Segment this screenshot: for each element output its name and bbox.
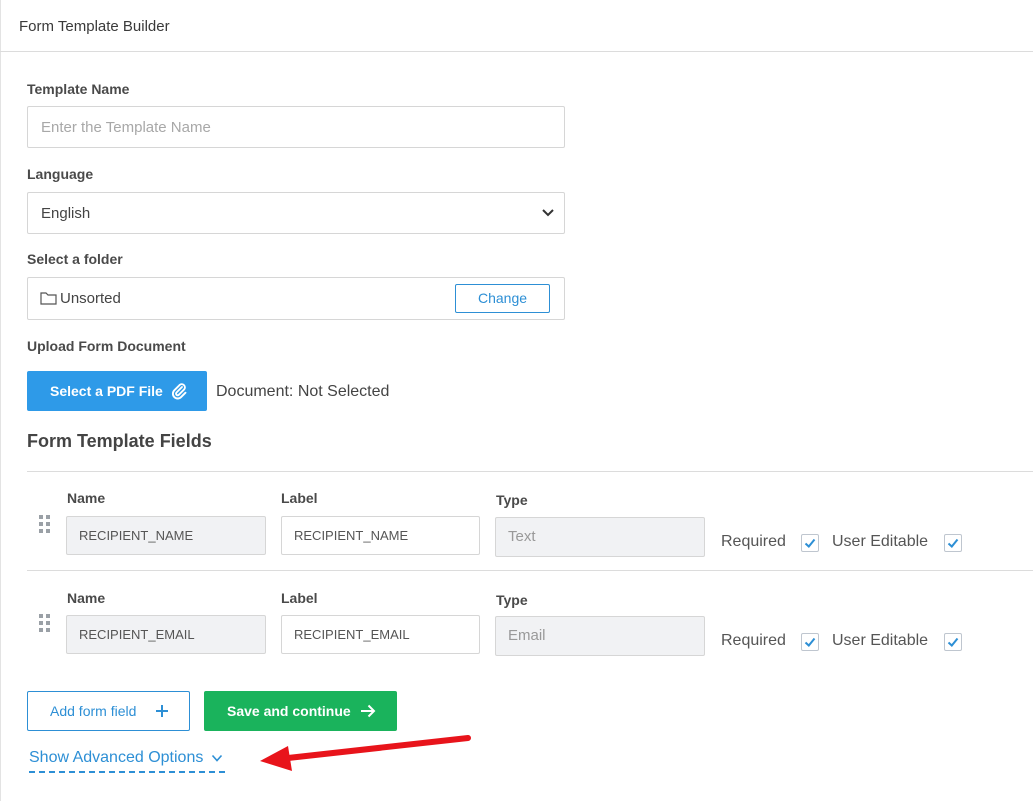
type-column-label: Type (496, 492, 528, 508)
plus-icon (156, 705, 168, 717)
user-editable-label: User Editable (832, 632, 929, 649)
show-advanced-options-link[interactable]: Show Advanced Options (29, 749, 225, 773)
form-template-builder-page: Form Template Builder Template Name Lang… (0, 0, 1033, 801)
form-template-fields-title: Form Template Fields (27, 431, 212, 451)
show-advanced-options-label: Show Advanced Options (29, 749, 204, 766)
field-name-input: RECIPIENT_EMAIL (66, 615, 266, 654)
document-status: Document: Not Selected (216, 383, 390, 400)
upload-label: Upload Form Document (27, 338, 186, 354)
field-label-input[interactable]: RECIPIENT_NAME (281, 516, 480, 555)
form-field-row: Name Label Type RECIPIENT_NAME RECIPIENT… (27, 472, 1033, 570)
checkmark-icon (947, 637, 959, 647)
panel-header: Form Template Builder (0, 0, 1033, 52)
folder-name: Unsorted (60, 290, 121, 307)
type-column-label: Type (496, 592, 528, 608)
field-type-input: Text (495, 517, 705, 557)
user-editable-label: User Editable (832, 533, 929, 550)
checkmark-icon (804, 538, 816, 548)
template-name-input[interactable] (27, 106, 565, 148)
field-label-input[interactable]: RECIPIENT_EMAIL (281, 615, 480, 654)
page-title: Form Template Builder (19, 18, 170, 35)
folder-icon (40, 292, 57, 305)
field-name-input: RECIPIENT_NAME (66, 516, 266, 555)
required-checkbox[interactable] (801, 633, 819, 651)
select-pdf-button-label: Select a PDF File (50, 383, 163, 399)
paperclip-icon (171, 383, 187, 400)
language-select[interactable]: English (27, 192, 565, 234)
user-editable-checkbox[interactable] (944, 534, 962, 552)
arrow-right-icon (361, 704, 376, 718)
change-folder-button[interactable]: Change (455, 284, 550, 313)
template-name-label: Template Name (27, 81, 130, 97)
checkmark-icon (947, 538, 959, 548)
annotation-arrow-icon (260, 735, 471, 771)
label-column-label: Label (281, 590, 318, 606)
required-label: Required (721, 632, 786, 649)
field-type-input: Email (495, 616, 705, 656)
chevron-down-icon (542, 209, 554, 217)
user-editable-checkbox[interactable] (944, 633, 962, 651)
form-field-row: Name Label Type RECIPIENT_EMAIL RECIPIEN… (27, 571, 1033, 669)
select-pdf-button[interactable]: Select a PDF File (27, 371, 207, 411)
drag-handle-icon[interactable] (38, 514, 52, 536)
add-form-field-label: Add form field (50, 703, 137, 719)
name-column-label: Name (67, 590, 106, 606)
chevron-down-icon (211, 754, 222, 762)
language-selected-value: English (41, 205, 91, 222)
checkmark-icon (804, 637, 816, 647)
save-and-continue-button[interactable]: Save and continue (204, 691, 397, 731)
folder-selector: Unsorted Change (27, 277, 565, 320)
name-column-label: Name (67, 490, 106, 506)
label-column-label: Label (281, 490, 318, 506)
folder-label: Select a folder (27, 251, 123, 267)
panel-left-border (0, 0, 1, 801)
required-label: Required (721, 533, 786, 550)
save-and-continue-label: Save and continue (227, 703, 351, 719)
add-form-field-button[interactable]: Add form field (27, 691, 190, 731)
required-checkbox[interactable] (801, 534, 819, 552)
drag-handle-icon[interactable] (38, 613, 52, 635)
language-label: Language (27, 166, 94, 182)
